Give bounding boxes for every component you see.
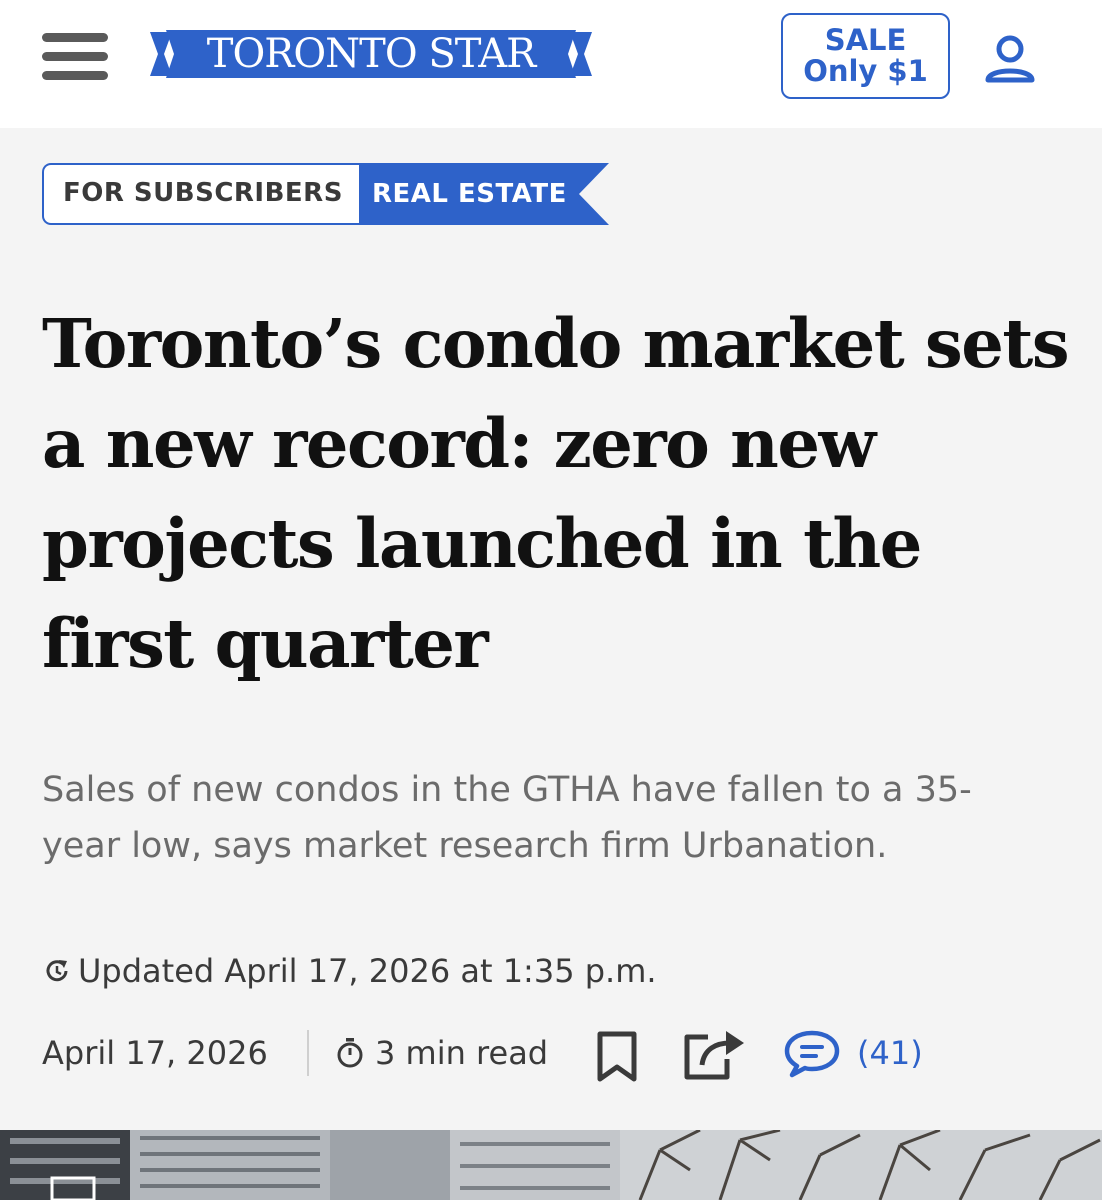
comments-button[interactable]: (41) [783, 1025, 923, 1081]
user-account-icon[interactable] [982, 34, 1038, 84]
section-tag-label: REAL ESTATE [372, 179, 567, 209]
share-icon[interactable] [682, 1025, 746, 1081]
top-navigation-bar: TORONTO STAR SALE Only $1 [0, 0, 1102, 128]
meta-divider [307, 1030, 309, 1076]
article-summary: Sales of new condos in the GTHA have fal… [42, 770, 972, 866]
sale-price-label: Only $1 [803, 54, 928, 88]
comment-count: (41) [857, 1034, 923, 1072]
read-time: 3 min read [335, 1025, 548, 1081]
refresh-icon [46, 960, 68, 982]
updated-text: Updated April 17, 2026 at 1:35 p.m. [78, 952, 657, 990]
logo-text: TORONTO STAR [206, 31, 536, 77]
hamburger-menu-icon[interactable] [42, 33, 108, 81]
publish-date: April 17, 2026 [42, 1034, 268, 1072]
comment-icon [784, 1030, 840, 1078]
article-meta-row: April 17, 2026 3 min read (41) [42, 1025, 1042, 1083]
article-tags: FOR SUBSCRIBERS REAL ESTATE [42, 163, 612, 227]
condo-buildings-image [0, 1130, 1102, 1200]
toronto-star-logo[interactable]: TORONTO STAR [150, 28, 592, 80]
article-headline: Toronto’s condo market sets a new record… [42, 304, 1070, 683]
subscribe-sale-button[interactable]: SALE Only $1 [781, 13, 950, 99]
for-subscribers-tag[interactable]: FOR SUBSCRIBERS [42, 163, 359, 225]
real-estate-section-tag[interactable]: REAL ESTATE [359, 163, 609, 225]
bookmark-icon[interactable] [595, 1031, 639, 1083]
sale-label: SALE [824, 23, 907, 57]
read-time-label: 3 min read [375, 1034, 549, 1072]
timer-icon [337, 1038, 363, 1068]
updated-timestamp: Updated April 17, 2026 at 1:35 p.m. [42, 946, 657, 996]
article-hero-image[interactable] [0, 1130, 1102, 1200]
